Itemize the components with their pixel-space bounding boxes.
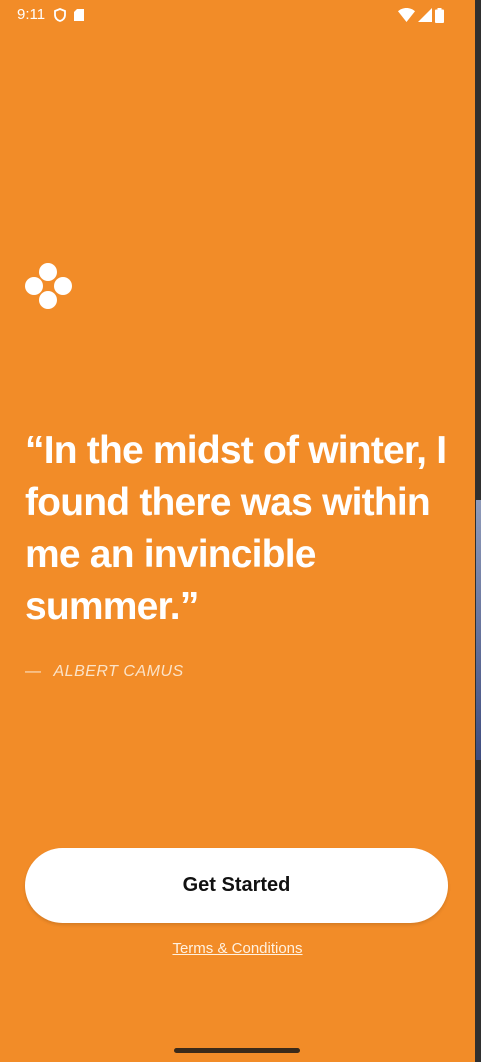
status-right-icons: [398, 7, 444, 23]
shield-icon: [54, 8, 66, 22]
wifi-icon: [398, 8, 415, 22]
quote-attribution: — ALBERT CAMUS: [25, 662, 184, 682]
edge-highlight: [476, 500, 481, 760]
quote-author: ALBERT CAMUS: [53, 663, 184, 680]
attribution-dash: —: [25, 663, 42, 680]
home-indicator[interactable]: [174, 1048, 300, 1053]
status-time: 9:11: [17, 6, 46, 23]
sd-card-icon: [74, 9, 84, 21]
battery-icon: [435, 7, 444, 23]
status-left-icons: [54, 7, 84, 23]
onboarding-screen: 9:11 “In the midst of winter, I found th…: [0, 0, 475, 1062]
terms-link[interactable]: Terms & Conditions: [172, 940, 302, 957]
terms-container: Terms & Conditions: [0, 940, 475, 958]
quote-text: “In the midst of winter, I found there w…: [25, 429, 447, 628]
get-started-button[interactable]: Get Started: [25, 848, 448, 923]
cellular-signal-icon: [418, 8, 432, 22]
status-bar: 9:11: [0, 0, 475, 30]
four-dots-logo-icon: [25, 263, 73, 309]
